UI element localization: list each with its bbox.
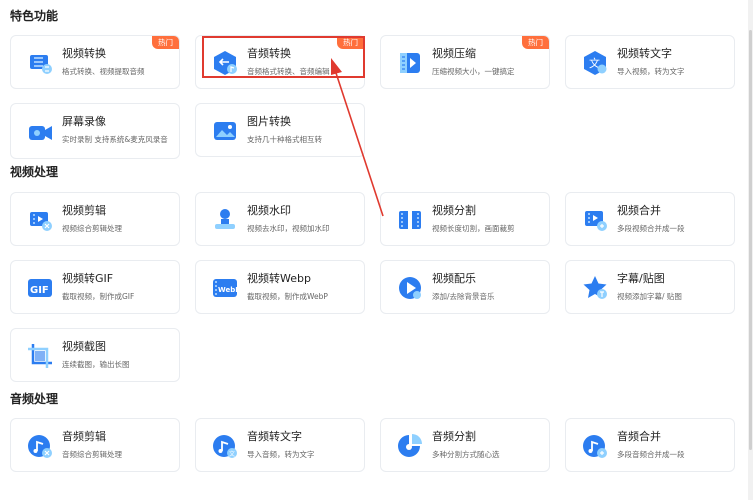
card-title: 音频剪辑 — [62, 430, 106, 443]
subtitle-sticker-icon — [580, 273, 610, 303]
card-title: 视频水印 — [247, 204, 291, 217]
webp-icon: WebP — [210, 273, 240, 303]
audio-convert-icon — [210, 48, 240, 78]
card-description: 视频长度切割，画面裁剪 — [432, 224, 515, 233]
card-description: 连续截图，输出长图 — [62, 360, 130, 369]
video-to-text-icon: 文 — [580, 48, 610, 78]
gif-icon: GIF — [25, 273, 55, 303]
audio-edit-icon — [25, 431, 55, 461]
card-title: 图片转换 — [247, 115, 291, 128]
audio-merge-icon — [580, 431, 610, 461]
card-title: 视频转换 — [62, 47, 106, 60]
feature-card-video-compress[interactable]: 视频压缩压缩视频大小，一键搞定 热门 — [380, 35, 550, 89]
video-split-icon — [395, 205, 425, 235]
svg-text:WebP: WebP — [218, 286, 240, 294]
video-music-icon — [395, 273, 425, 303]
svg-text:GIF: GIF — [30, 285, 49, 296]
card-description: 音频综合剪辑处理 — [62, 450, 122, 459]
svg-text:文: 文 — [229, 450, 235, 458]
card-description: 压缩视频大小，一键搞定 — [432, 67, 515, 76]
card-description: 多段视频合并成一段 — [617, 224, 685, 233]
card-description: 支持几十种格式相互转 — [247, 135, 322, 144]
card-title: 视频截图 — [62, 340, 106, 353]
card-description: 截取视频，制作成GIF — [62, 292, 135, 301]
hot-badge: 热门 — [152, 36, 179, 49]
hot-badge: 热门 — [522, 36, 549, 49]
scrollbar-thumb[interactable] — [749, 30, 752, 450]
feature-card-video-music[interactable]: 视频配乐添加/去除背景音乐 — [380, 260, 550, 314]
card-title: 视频压缩 — [432, 47, 476, 60]
video-edit-icon — [25, 205, 55, 235]
feature-card-video-edit[interactable]: 视频剪辑视频综合剪辑处理 — [10, 192, 180, 246]
card-description: 截取视频，制作成WebP — [247, 292, 328, 301]
feature-card-audio-merge[interactable]: 音频合并多段音频合并成一段 — [565, 418, 735, 472]
card-description: 视频去水印，视频加水印 — [247, 224, 330, 233]
feature-card-video-convert[interactable]: 视频转换格式转换、视频提取音频 热门 — [10, 35, 180, 89]
section-title-audio: 音频处理 — [10, 392, 59, 406]
feature-card-audio-to-text[interactable]: 文 音频转文字导入音频，转为文字 — [195, 418, 365, 472]
card-description: 格式转换、视频提取音频 — [62, 67, 145, 76]
card-description: 音频格式转换、音频编辑 — [247, 67, 330, 76]
feature-card-audio-edit[interactable]: 音频剪辑音频综合剪辑处理 — [10, 418, 180, 472]
card-description: 视频添加字幕/ 贴图 — [617, 292, 682, 301]
video-screenshot-icon — [25, 341, 55, 371]
audio-split-icon — [395, 431, 425, 461]
feature-card-webp[interactable]: WebP 视频转Webp 截取视频，制作成WebP — [195, 260, 365, 314]
scrollbar[interactable] — [748, 0, 753, 500]
feature-card-video-split[interactable]: 视频分割视频长度切割，画面裁剪 — [380, 192, 550, 246]
audio-to-text-icon: 文 — [210, 431, 240, 461]
video-watermark-icon — [210, 205, 240, 235]
card-title: 屏幕录像 — [62, 115, 106, 128]
card-title: 视频合并 — [617, 204, 661, 217]
card-title: 视频配乐 — [432, 272, 476, 285]
section-title-video: 视频处理 — [10, 165, 59, 179]
card-description: 实时录制 支持系统&麦克风录音 — [62, 135, 168, 144]
card-title: 视频转Webp — [247, 272, 311, 285]
card-title: 视频转GIF — [62, 272, 114, 285]
card-title: 视频转文字 — [617, 47, 672, 60]
feature-card-video-screenshot[interactable]: 视频截图连续截图，输出长图 — [10, 328, 180, 382]
feature-card-audio-split[interactable]: 音频分割多种分割方式随心选 — [380, 418, 550, 472]
feature-card-screen-record[interactable]: 屏幕录像实时录制 支持系统&麦克风录音 — [10, 103, 180, 159]
feature-card-subtitle-sticker[interactable]: 字幕/贴图视频添加字幕/ 贴图 — [565, 260, 735, 314]
section-title-featured: 特色功能 — [10, 9, 59, 23]
card-title: 音频转文字 — [247, 430, 302, 443]
video-convert-icon — [25, 48, 55, 78]
video-merge-icon — [580, 205, 610, 235]
image-convert-icon — [210, 116, 240, 146]
feature-card-image-convert[interactable]: 图片转换支持几十种格式相互转 — [195, 103, 365, 157]
feature-card-audio-convert[interactable]: 音频转换音频格式转换、音频编辑 热门 — [195, 35, 365, 89]
card-description: 多种分割方式随心选 — [432, 450, 500, 459]
screen-record-icon — [25, 118, 55, 148]
card-title: 音频分割 — [432, 430, 476, 443]
feature-card-gif[interactable]: GIF 视频转GIF 截取视频，制作成GIF — [10, 260, 180, 314]
card-title: 字幕/贴图 — [617, 272, 665, 285]
card-description: 视频综合剪辑处理 — [62, 224, 122, 233]
card-title: 音频合并 — [617, 430, 661, 443]
feature-card-video-to-text[interactable]: 文视频转文字导入视频，转为文字 — [565, 35, 735, 89]
card-title: 视频剪辑 — [62, 204, 106, 217]
video-compress-icon — [395, 48, 425, 78]
feature-card-video-merge[interactable]: 视频合并多段视频合并成一段 — [565, 192, 735, 246]
card-description: 导入音频，转为文字 — [247, 450, 315, 459]
hot-badge: 热门 — [337, 36, 364, 49]
card-description: 多段音频合并成一段 — [617, 450, 685, 459]
card-title: 视频分割 — [432, 204, 476, 217]
card-description: 导入视频，转为文字 — [617, 67, 685, 76]
card-description: 添加/去除背景音乐 — [432, 292, 495, 301]
feature-card-video-watermark[interactable]: 视频水印视频去水印，视频加水印 — [195, 192, 365, 246]
card-title: 音频转换 — [247, 47, 291, 60]
